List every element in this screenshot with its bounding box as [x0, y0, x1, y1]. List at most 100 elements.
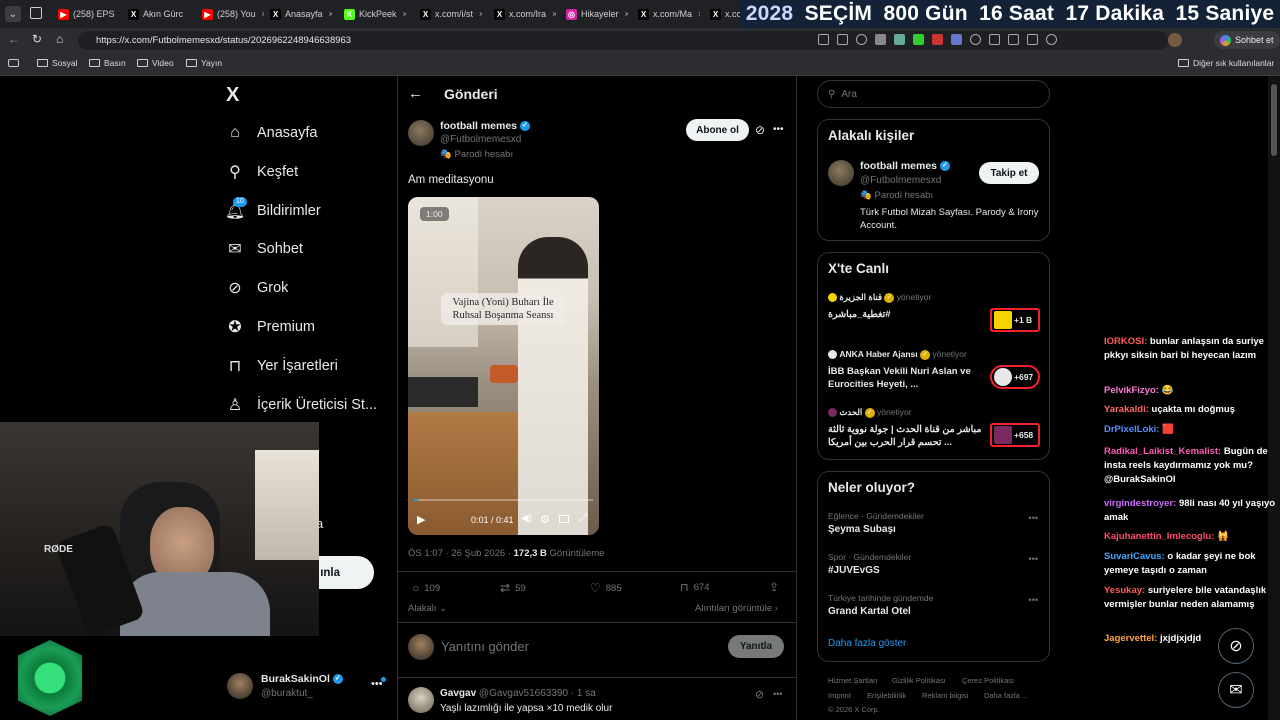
nav-item-grok[interactable]: ⊘ Grok	[226, 279, 288, 297]
like-stat[interactable]: ♡ 885	[590, 581, 622, 595]
footer-link[interactable]: Reklam bilgisi	[922, 691, 968, 700]
live-item[interactable]: ANKA Haber Ajansı ✓ yönetiyor İBB Başkan …	[828, 349, 1040, 401]
tab-actions-icon[interactable]: ⌄	[5, 6, 21, 22]
reply-button[interactable]: Yanıtla	[728, 635, 784, 658]
author-name[interactable]: football memes ✓	[440, 120, 530, 132]
comment-author[interactable]: Gavgav	[440, 688, 476, 699]
author-handle[interactable]: @Futbolmemesxd	[440, 134, 521, 145]
back-icon[interactable]: ←	[8, 32, 20, 46]
scrollbar[interactable]	[1268, 76, 1280, 720]
chat-username[interactable]: IORKOSI:	[1104, 336, 1147, 347]
bookmark-stat[interactable]: ⊓ 674	[680, 581, 709, 594]
browser-tab[interactable]: Xx.co	[704, 3, 740, 25]
nav-item-bookmark[interactable]: ⊓ Yer İşaretleri	[226, 357, 338, 375]
toolbar-icon[interactable]	[837, 34, 848, 45]
chat-username[interactable]: Kajuhanettin_Imlecoglu:	[1104, 531, 1214, 542]
other-bookmarks[interactable]: Diğer sık kullanılanlar	[1178, 58, 1274, 68]
x-logo[interactable]: X	[226, 84, 239, 107]
tweet-timestamp[interactable]: ÖS 1:07 · 26 Şub 2026 ·	[408, 548, 514, 559]
search-input[interactable]: ⚲ Ara	[817, 80, 1050, 108]
workspaces-icon[interactable]	[30, 7, 42, 19]
play-icon[interactable]: ▶	[417, 513, 425, 526]
profile-avatar[interactable]	[1168, 33, 1182, 47]
browser-tab[interactable]: X Akın Gürc ×	[122, 3, 190, 25]
settings-icon[interactable]: ⚙	[540, 513, 550, 526]
footer-link[interactable]: Hizmet Şartları	[828, 676, 878, 685]
video-progress-track[interactable]	[414, 499, 593, 501]
grok-fab[interactable]: ⊘	[1218, 628, 1254, 664]
copilot-button[interactable]: Sohbet et	[1214, 31, 1280, 49]
chat-username[interactable]: SuvariCavus:	[1104, 551, 1165, 562]
messages-fab[interactable]: ✉	[1218, 672, 1254, 708]
browser-tab[interactable]: ▶(258) EPS×	[52, 3, 120, 25]
repost-stat[interactable]: ⇄ 59	[500, 581, 526, 595]
pip-icon[interactable]	[559, 515, 569, 523]
bookmark-folder[interactable]: Sosyal	[37, 58, 78, 68]
toolbar-icon[interactable]	[913, 34, 924, 45]
toolbar-icon[interactable]	[1027, 34, 1038, 45]
footer-link[interactable]: Erişilebilirlik	[867, 691, 906, 700]
tab-close-icon[interactable]: ×	[329, 9, 332, 19]
chat-username[interactable]: DrPixelLoki:	[1104, 424, 1159, 435]
follow-button[interactable]: Takip et	[979, 162, 1039, 184]
browser-tab[interactable]: Xx.com/i/st ×	[414, 3, 482, 25]
browser-tab[interactable]: X Anasayfa ×	[264, 3, 332, 25]
tab-close-icon[interactable]: ×	[479, 9, 482, 19]
reading-list-icon[interactable]	[8, 59, 19, 67]
nav-item-creator[interactable]: ♙ İçerik Üreticisi St...	[226, 396, 377, 414]
nav-item-bell[interactable]: 🔔︎ 10 Bildirimler	[225, 196, 321, 220]
home-browser-icon[interactable]: ⌂	[56, 32, 63, 46]
related-avatar[interactable]	[828, 160, 854, 186]
browser-tab[interactable]: ▶(258) You×	[196, 3, 264, 25]
bookmark-folder[interactable]: Basın	[89, 58, 126, 68]
show-more-link[interactable]: Daha fazla göster	[828, 638, 906, 649]
toolbar-icon[interactable]	[875, 34, 886, 45]
browser-tab[interactable]: Xx.com/Ma ×	[632, 3, 700, 25]
trend-item[interactable]: Eğlence · Gündemdekiler Şeyma Subaşı •••	[828, 511, 1040, 545]
toolbar-icon[interactable]	[1008, 34, 1019, 45]
author-avatar[interactable]	[408, 120, 434, 146]
comment-more-icon[interactable]: •••	[773, 689, 782, 699]
more-options-icon[interactable]: •••	[773, 124, 784, 135]
trend-more-icon[interactable]: •••	[1029, 513, 1038, 523]
bookmark-folder[interactable]: Video	[137, 58, 174, 68]
related-name[interactable]: football memes ✓	[860, 160, 950, 172]
fullscreen-icon[interactable]: ⤢	[579, 512, 588, 525]
browser-tab[interactable]: K KickPeek ×	[338, 3, 406, 25]
bookmark-folder[interactable]: Yayın	[186, 58, 222, 68]
subscribe-button[interactable]: Abone ol	[686, 119, 749, 141]
trend-item[interactable]: Türkiye tarihinde gündemde Grand Kartal O…	[828, 593, 1040, 627]
account-avatar[interactable]	[227, 673, 253, 699]
footer-link[interactable]: Daha fazla ...	[984, 691, 1028, 700]
chat-username[interactable]: Yesukay:	[1104, 585, 1145, 596]
chat-username[interactable]: PelvikFizyo:	[1104, 385, 1159, 396]
comment-grok-icon[interactable]: ⊘	[755, 688, 764, 701]
tab-close-icon[interactable]: ×	[189, 9, 190, 19]
share-icon[interactable]: ⇪	[769, 580, 779, 594]
related-dropdown[interactable]: Alakalı ⌄	[408, 603, 447, 614]
toolbar-icon[interactable]	[856, 34, 867, 45]
account-name[interactable]: BurakSakinOl ✓	[261, 673, 343, 685]
tab-close-icon[interactable]: ×	[625, 9, 628, 19]
footer-link[interactable]: Gizlilik Politikası	[892, 676, 946, 685]
tab-close-icon[interactable]: ×	[552, 9, 556, 19]
toolbar-icon[interactable]	[818, 34, 829, 45]
video-player[interactable]: Vajina (Yoni) Buharı İle Ruhsal Boşanma …	[408, 197, 599, 535]
trend-more-icon[interactable]: •••	[1029, 595, 1038, 605]
browser-tab[interactable]: ◎ Hikayeler ×	[560, 3, 628, 25]
volume-icon[interactable]: ◀)	[521, 513, 532, 524]
footer-link[interactable]: Imprint	[828, 691, 851, 700]
nav-item-home[interactable]: ⌂ Anasayfa	[226, 124, 317, 142]
nav-item-mail[interactable]: ✉ Sohbet	[226, 240, 303, 258]
comment-avatar[interactable]	[408, 687, 434, 713]
back-arrow-icon[interactable]: ←	[408, 85, 423, 102]
browser-tab[interactable]: Xx.com/Ira ×	[488, 3, 556, 25]
live-item[interactable]: الحدث ✓ yönetiyor مباشر من قناة الحدث | ج…	[828, 407, 1040, 459]
tab-close-icon[interactable]: ×	[698, 9, 700, 19]
toolbar-icon[interactable]	[989, 34, 1000, 45]
trend-item[interactable]: Spor · Gündemdekiler #JUVEvGS •••	[828, 552, 1040, 586]
chat-username[interactable]: Yarakaldi:	[1104, 404, 1149, 415]
scrollbar-thumb[interactable]	[1271, 84, 1277, 156]
reply-input[interactable]: Yanıtını gönder	[441, 639, 529, 654]
toolbar-icon[interactable]	[1046, 34, 1057, 45]
